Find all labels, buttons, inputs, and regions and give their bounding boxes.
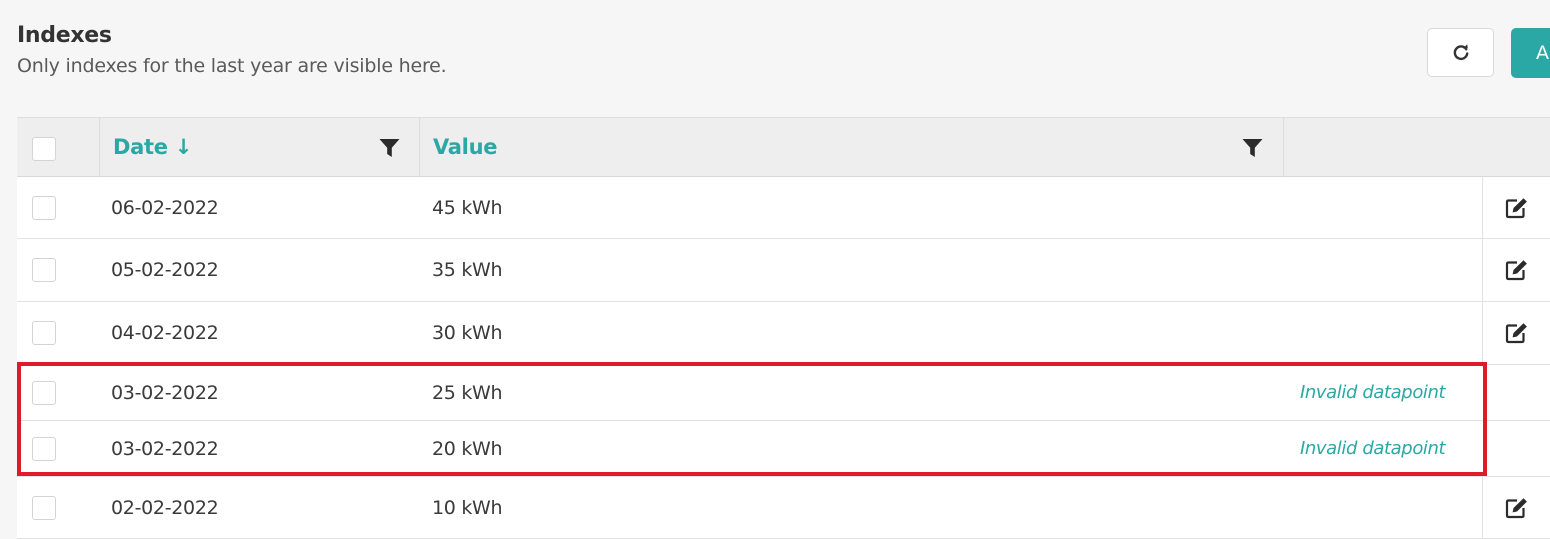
select-all-checkbox[interactable] — [32, 137, 56, 161]
value-cell: 30 kWh — [432, 322, 503, 344]
table-row: 06-02-2022 45 kWh — [17, 177, 1550, 239]
date-cell: 03-02-2022 — [111, 437, 219, 460]
row-actions — [1482, 177, 1550, 238]
value-filter-icon[interactable] — [1242, 138, 1263, 158]
value-cell: 45 kWh — [432, 196, 503, 219]
refresh-button[interactable] — [1427, 28, 1494, 77]
row-actions — [1482, 302, 1550, 364]
row-checkbox[interactable] — [32, 195, 56, 220]
date-column-label[interactable]: Date ↓ — [113, 133, 192, 161]
table-row-invalid: 03-02-2022 20 kWh Invalid datapoint — [17, 421, 1550, 477]
table-row: 02-02-2022 10 kWh — [17, 477, 1550, 539]
page-title: Indexes — [17, 23, 112, 48]
date-cell: 04-02-2022 — [111, 322, 219, 344]
value-column-label[interactable]: Value — [433, 133, 497, 161]
refresh-icon — [1453, 43, 1468, 60]
edit-icon[interactable] — [1505, 197, 1529, 219]
value-cell: 20 kWh — [432, 437, 503, 460]
table-row: 04-02-2022 30 kWh — [17, 302, 1550, 365]
value-cell: 25 kWh — [432, 381, 503, 404]
date-cell: 05-02-2022 — [111, 259, 219, 281]
date-cell: 03-02-2022 — [111, 381, 219, 404]
value-cell: 35 kWh — [432, 259, 503, 281]
edit-icon[interactable] — [1505, 497, 1529, 519]
add-index-button[interactable]: A — [1511, 28, 1550, 78]
column-header-value[interactable]: Value — [420, 118, 1284, 177]
row-checkbox[interactable] — [32, 321, 56, 345]
row-checkbox[interactable] — [32, 380, 56, 405]
table-row-invalid: 03-02-2022 25 kWh Invalid datapoint — [17, 365, 1550, 421]
table-row: 05-02-2022 35 kWh — [17, 239, 1550, 302]
edit-icon[interactable] — [1505, 259, 1529, 281]
page-header: Indexes Only indexes for the last year a… — [17, 22, 447, 78]
row-checkbox[interactable] — [32, 495, 56, 520]
page-subtitle: Only indexes for the last year are visib… — [17, 55, 447, 77]
row-actions — [1482, 477, 1550, 538]
value-cell: 10 kWh — [432, 496, 503, 519]
indexes-table: Date ↓ Value 06-02-2022 45 kWh 05-02-202… — [17, 117, 1550, 539]
table-header: Date ↓ Value — [17, 117, 1550, 177]
invalid-status-label: Invalid datapoint — [1300, 438, 1446, 459]
row-checkbox[interactable] — [32, 258, 56, 282]
row-checkbox[interactable] — [32, 436, 56, 461]
column-header-date[interactable]: Date ↓ — [100, 118, 420, 177]
date-cell: 06-02-2022 — [111, 196, 219, 219]
date-cell: 02-02-2022 — [111, 496, 219, 519]
header-select-cell — [17, 118, 100, 177]
date-filter-icon[interactable] — [379, 138, 400, 158]
edit-icon[interactable] — [1505, 322, 1529, 344]
invalid-status-label: Invalid datapoint — [1300, 382, 1446, 403]
row-actions — [1482, 239, 1550, 301]
